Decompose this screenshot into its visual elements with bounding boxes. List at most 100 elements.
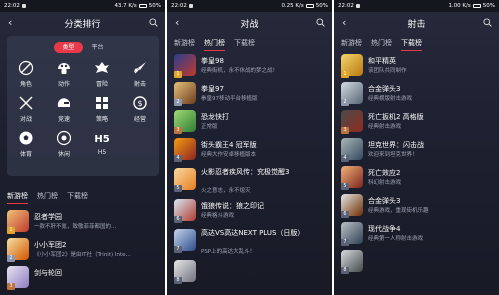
category-role[interactable]: 角色 bbox=[7, 60, 45, 88]
category-sports[interactable]: 体育 bbox=[7, 130, 45, 158]
ball-icon bbox=[19, 131, 33, 145]
game-name: 小小军团2 bbox=[34, 241, 67, 249]
tab-downloads[interactable]: 下载榜 bbox=[67, 191, 88, 204]
sword-slash-icon bbox=[18, 60, 34, 76]
list-item[interactable]: 5 死亡效应2 科幻射击游戏 bbox=[334, 164, 499, 192]
game-desc: PSP上的高达大乱斗！ bbox=[201, 249, 256, 255]
list-item[interactable]: 1 和平精英 该团队共同制作 bbox=[334, 52, 499, 80]
category-management[interactable]: $ 经营 bbox=[121, 95, 159, 123]
crossed-swords-icon bbox=[19, 96, 33, 110]
list-item[interactable]: 8 bbox=[334, 248, 499, 276]
category-strategy[interactable]: 策略 bbox=[83, 95, 121, 123]
back-button[interactable]: ‹ bbox=[342, 16, 346, 29]
game-name: 忍者学园 bbox=[34, 213, 62, 221]
tab-new-games[interactable]: 新游榜 bbox=[174, 38, 195, 51]
list-item[interactable]: 7 现代战争4 经典第一人称射击游戏 bbox=[334, 220, 499, 248]
notification-icon bbox=[355, 4, 360, 8]
game-name: 死亡效应2 bbox=[368, 169, 401, 177]
list-item[interactable]: 4 街头霸王4 冠军版 经典大作安卓移植版本 bbox=[167, 136, 332, 164]
battery-level: 50% bbox=[315, 3, 328, 9]
status-bar: 22:02 0.25 K/s 50% bbox=[167, 0, 332, 12]
list-item[interactable]: 2 小小军团2 《小小军团2》是由IT社（Trinit) Inte... bbox=[0, 236, 165, 264]
network-speed: 43.7 K/s bbox=[114, 3, 137, 9]
search-icon[interactable] bbox=[149, 18, 158, 27]
game-desc: 经典游戏，重现街机乐趣 bbox=[368, 208, 429, 214]
tab-popular[interactable]: 热门榜 bbox=[371, 38, 392, 51]
category-casual[interactable]: 休闲 bbox=[45, 130, 83, 158]
tab-new-games[interactable]: 新游榜 bbox=[341, 38, 362, 51]
list-item[interactable]: 4 坦克世界：闪击战 欢迎来到坦克世界！ bbox=[334, 136, 499, 164]
tab-downloads[interactable]: 下载榜 bbox=[234, 38, 255, 51]
list-item[interactable]: 3 剑与轮回 bbox=[0, 264, 165, 292]
list-item[interactable]: 2 拳皇97 拳皇97移动平台移植版 bbox=[167, 80, 332, 108]
game-desc: 正常版 bbox=[201, 124, 218, 130]
ranking-tabs: 新游榜 热门榜 下载榜 bbox=[341, 38, 422, 51]
list-item[interactable]: 7 高达VS高达NEXT PLUS（日版） PSP上的高达大乱斗！ bbox=[167, 225, 332, 258]
page-title: 射击 bbox=[407, 19, 426, 30]
game-name: 和平精英 bbox=[368, 57, 396, 65]
tab-new-games[interactable]: 新游榜 bbox=[7, 191, 28, 204]
game-desc: 火之意志，永不熄灭 bbox=[201, 188, 251, 194]
rank-badge: 2 bbox=[7, 255, 15, 262]
tab-popular[interactable]: 热门榜 bbox=[204, 38, 225, 51]
category-shooting[interactable]: 射击 bbox=[121, 60, 159, 88]
tab-downloads[interactable]: 下载榜 bbox=[401, 38, 422, 51]
category-card: 类型 平台 角色 动作 冒险 射击 对战 竞速 策略 $ 经营 体育 休闲 H5… bbox=[7, 36, 159, 176]
game-list: 1 拳皇98 经典街机，永不休战的梦之战！ 2 拳皇97 拳皇97移动平台移植版… bbox=[167, 52, 332, 286]
helmet-icon bbox=[57, 98, 70, 107]
game-name: 拳皇98 bbox=[201, 57, 224, 65]
game-desc: 科幻射击游戏 bbox=[368, 180, 402, 186]
list-item[interactable]: 1 忍者学园 一款不肝不氪，致敬菲菲都国的... bbox=[0, 208, 165, 236]
list-item[interactable]: 3 恐龙快打 正常版 bbox=[167, 108, 332, 136]
category-racing[interactable]: 竞速 bbox=[45, 95, 83, 123]
search-icon[interactable] bbox=[316, 18, 325, 27]
game-name: 火影忍者疾风传：究极觉醒3 bbox=[201, 168, 290, 176]
game-desc: 经典大作安卓移植版本 bbox=[201, 152, 257, 158]
category-battle[interactable]: 对战 bbox=[7, 95, 45, 123]
category-action[interactable]: 动作 bbox=[45, 60, 83, 88]
page-title: 分类排行 bbox=[64, 19, 101, 30]
category-h5[interactable]: H5 H5 bbox=[83, 130, 121, 156]
top-bar: ‹ 射击 bbox=[334, 12, 499, 34]
list-item[interactable]: 6 饿狼传说：狼之印记 经典格斗游戏 bbox=[167, 197, 332, 225]
rank-badge: 7 bbox=[174, 246, 182, 253]
game-list: 1 和平精英 该团队共同制作 2 合金弹头3 经典横版射击游戏 3 死亡扳机2 … bbox=[334, 52, 499, 276]
category-adventure[interactable]: 冒险 bbox=[83, 60, 121, 88]
coin-icon: $ bbox=[133, 96, 147, 110]
back-button[interactable]: ‹ bbox=[8, 16, 12, 29]
dragon-icon bbox=[95, 62, 109, 73]
list-item[interactable]: 1 拳皇98 经典街机，永不休战的梦之战！ bbox=[167, 52, 332, 80]
game-name: 饿狼传说：狼之印记 bbox=[201, 202, 264, 210]
list-item[interactable]: 3 死亡扳机2 高格版 经典射击游戏 bbox=[334, 108, 499, 136]
rank-badge: 1 bbox=[341, 71, 349, 78]
shooting-category-screen: 22:02 1.00 K/s 50% ‹ 射击 新游榜 热门榜 下载榜 1 和平… bbox=[334, 0, 499, 295]
status-bar: 22:02 1.00 K/s 50% bbox=[334, 0, 499, 12]
rank-badge: 7 bbox=[341, 239, 349, 246]
rocket-icon bbox=[134, 62, 146, 74]
list-item[interactable]: 8 bbox=[167, 258, 332, 286]
network-speed: 0.25 K/s bbox=[281, 3, 304, 9]
list-item[interactable]: 2 合金弹头3 经典横版射击游戏 bbox=[334, 80, 499, 108]
search-icon[interactable] bbox=[483, 18, 492, 27]
status-time: 22:02 bbox=[171, 3, 187, 9]
rank-badge: 3 bbox=[341, 127, 349, 134]
game-name: 高达VS高达NEXT PLUS（日版） bbox=[201, 229, 305, 237]
list-item[interactable]: 6 合金弹头3 经典游戏，重现街机乐趣 bbox=[334, 192, 499, 220]
tab-popular[interactable]: 热门榜 bbox=[37, 191, 58, 204]
battery-icon bbox=[305, 4, 314, 8]
ranking-tabs: 新游榜 热门榜 下载榜 bbox=[174, 38, 255, 51]
rank-badge: 3 bbox=[174, 127, 182, 134]
game-name: 恐龙快打 bbox=[201, 113, 229, 121]
top-bar: ‹ 分类排行 bbox=[0, 12, 165, 34]
rank-badge: 3 bbox=[7, 283, 15, 290]
game-desc: 该团队共同制作 bbox=[368, 68, 407, 74]
notification-icon bbox=[188, 4, 193, 8]
mushroom-icon bbox=[58, 63, 70, 74]
back-button[interactable]: ‹ bbox=[175, 16, 179, 29]
segment-platform[interactable]: 平台 bbox=[83, 42, 112, 53]
rank-badge: 4 bbox=[174, 155, 182, 162]
list-item[interactable]: 5 火影忍者疾风传：究极觉醒3 火之意志，永不熄灭 bbox=[167, 164, 332, 197]
segment-type[interactable]: 类型 bbox=[54, 42, 83, 53]
game-desc: 一款不肝不氪，致敬菲菲都国的... bbox=[34, 224, 117, 230]
game-name: 剑与轮回 bbox=[34, 269, 62, 277]
